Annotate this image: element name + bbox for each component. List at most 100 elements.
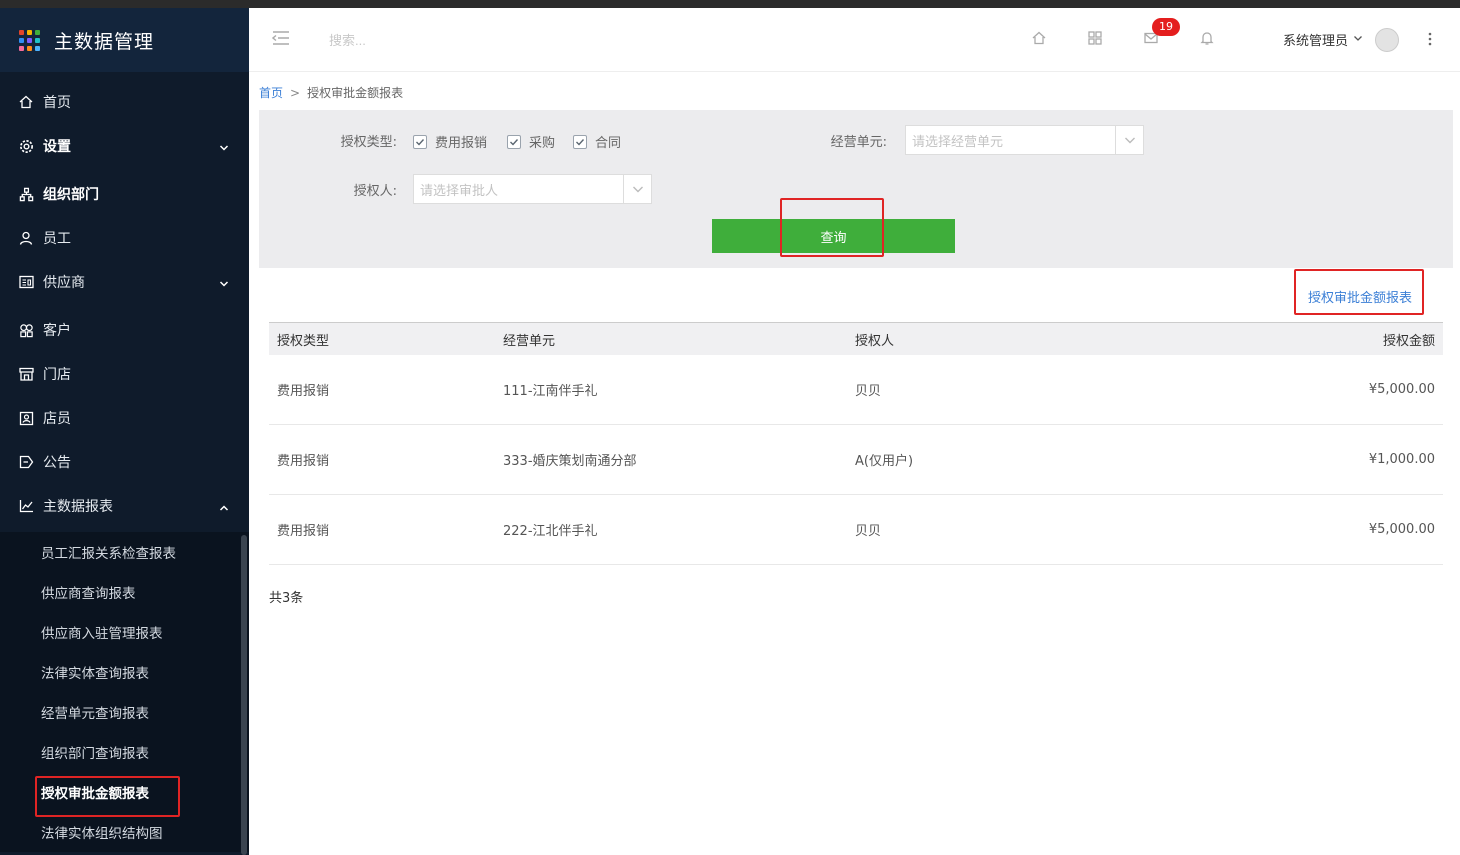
submenu-item-legal-entity-chart[interactable]: 法律实体组织结构图: [0, 812, 249, 852]
chevron-down-icon: [1353, 32, 1363, 47]
chart-icon: [18, 498, 34, 514]
sidebar-item-reports[interactable]: 主数据报表: [0, 484, 249, 528]
cell-auth-type: 费用报销: [277, 454, 330, 469]
checkbox-expense[interactable]: 费用报销: [413, 132, 487, 151]
breadcrumb-home-link[interactable]: 首页: [259, 86, 283, 100]
sidebar-scrollbar[interactable]: [241, 535, 247, 855]
checkbox-label: 费用报销: [435, 136, 488, 151]
submenu-item-supplier-query[interactable]: 供应商查询报表: [0, 572, 249, 612]
column-header-amount[interactable]: 授权金额: [1155, 330, 1443, 349]
cell-auth-type: 费用报销: [277, 524, 330, 539]
cell-amount: ¥5,000.00: [1368, 382, 1435, 397]
sidebar-item-customer[interactable]: 客户: [0, 308, 249, 352]
sidebar-item-label: 首页: [43, 95, 71, 111]
top-header: 19 系统管理员: [249, 8, 1460, 72]
sidebar-item-label: 店员: [43, 411, 71, 427]
cell-business-unit: 222-江北伴手礼: [503, 524, 598, 539]
user-icon: [18, 230, 34, 246]
submenu-item-legal-entity[interactable]: 法律实体查询报表: [0, 652, 249, 692]
sidebar-item-announcement[interactable]: 公告: [0, 440, 249, 484]
chevron-down-icon: [219, 277, 229, 293]
submenu-item-employee-report[interactable]: 员工汇报关系检查报表: [0, 532, 249, 572]
chevron-down-icon: [1115, 126, 1143, 154]
cell-auth-type: 费用报销: [277, 384, 330, 399]
org-icon: [18, 186, 34, 202]
column-header-business-unit[interactable]: 经营单元: [503, 330, 855, 349]
sidebar-item-home[interactable]: 首页: [0, 80, 249, 124]
sidebar-item-label: 门店: [43, 367, 71, 383]
cell-amount: ¥1,000.00: [1368, 452, 1435, 467]
cell-amount: ¥5,000.00: [1368, 522, 1435, 537]
user-name: 系统管理员: [1283, 34, 1349, 49]
sidebar-item-supplier[interactable]: 供应商: [0, 260, 249, 304]
report-table: 授权类型 经营单元 授权人 授权金额 费用报销 111-江南伴手礼 贝贝 ¥5,…: [269, 322, 1443, 565]
auth-type-label: 授权类型:: [340, 135, 397, 150]
table-row: 费用报销 111-江南伴手礼 贝贝 ¥5,000.00: [269, 355, 1443, 425]
approver-select[interactable]: 请选择审批人: [413, 174, 652, 204]
highlight-box-query: [780, 198, 884, 257]
submenu-item-supplier-onboard[interactable]: 供应商入驻管理报表: [0, 612, 249, 652]
sidebar-item-store[interactable]: 门店: [0, 352, 249, 396]
business-unit-select[interactable]: 请选择经营单元: [905, 125, 1144, 155]
cell-approver: 贝贝: [855, 524, 882, 539]
checkbox-checked-icon: [507, 134, 521, 149]
user-menu[interactable]: 系统管理员: [1283, 30, 1363, 49]
sidebar-nav: 首页 设置 组织部门 员工 供应商 客户 门店 店员 公告 主数据报表: [0, 80, 249, 528]
cell-business-unit: 111-江南伴手礼: [503, 384, 598, 399]
sidebar-item-label: 客户: [43, 323, 71, 339]
gear-icon: [18, 138, 34, 154]
breadcrumb: 首页 > 授权审批金额报表: [259, 84, 403, 101]
sidebar-item-clerk[interactable]: 店员: [0, 396, 249, 440]
bell-icon[interactable]: [1199, 30, 1215, 46]
brand-header: 主数据管理: [0, 8, 249, 72]
sidebar-item-label: 公告: [43, 455, 71, 471]
announce-icon: [18, 454, 34, 470]
sidebar: 主数据管理 首页 设置 组织部门 员工 供应商 客户 门店 店员 公告 主数据报…: [0, 8, 249, 855]
approver-placeholder: 请选择审批人: [420, 183, 499, 199]
logo-dot: [27, 45, 32, 51]
logo-dot: [35, 37, 40, 43]
sidebar-item-org[interactable]: 组织部门: [0, 172, 249, 216]
checkbox-label: 采购: [529, 136, 556, 151]
submenu-item-business-unit[interactable]: 经营单元查询报表: [0, 692, 249, 732]
chevron-down-icon: [219, 141, 229, 157]
highlight-box-report-link: [1294, 269, 1424, 315]
sidebar-item-label: 设置: [43, 139, 71, 155]
card-icon: [18, 274, 34, 290]
column-header-auth-type[interactable]: 授权类型: [269, 330, 503, 349]
sidebar-item-settings[interactable]: 设置: [0, 124, 249, 168]
home-icon: [18, 94, 34, 110]
checkbox-label: 合同: [595, 136, 622, 151]
message-count-badge: 19: [1152, 18, 1180, 36]
window-top-strip: [0, 0, 1460, 8]
table-header: 授权类型 经营单元 授权人 授权金额: [269, 323, 1443, 355]
app-logo-icon: [19, 29, 40, 51]
logo-dot: [19, 37, 24, 43]
search-input[interactable]: [329, 28, 549, 52]
logo-dot: [19, 45, 24, 51]
menu-toggle-icon[interactable]: [271, 30, 290, 46]
sidebar-item-label: 员工: [43, 231, 71, 247]
more-vertical-icon[interactable]: [1425, 30, 1435, 48]
apps-grid-icon[interactable]: [1087, 30, 1103, 46]
logo-dot: [35, 45, 40, 51]
customer-icon: [18, 322, 34, 338]
chevron-up-icon: [219, 501, 229, 517]
table-row: 费用报销 222-江北伴手礼 贝贝 ¥5,000.00: [269, 495, 1443, 565]
breadcrumb-separator: >: [290, 86, 301, 100]
checkbox-checked-icon: [573, 134, 587, 149]
sidebar-item-employee[interactable]: 员工: [0, 216, 249, 260]
table-row: 费用报销 333-婚庆策划南通分部 A(仅用户) ¥1,000.00: [269, 425, 1443, 495]
approver-label: 授权人:: [353, 184, 397, 199]
checkbox-contract[interactable]: 合同: [573, 132, 621, 151]
submenu-item-org-dept[interactable]: 组织部门查询报表: [0, 732, 249, 772]
home-icon[interactable]: [1031, 30, 1047, 46]
column-header-approver[interactable]: 授权人: [855, 330, 1155, 349]
business-unit-label: 经营单元:: [830, 135, 887, 150]
avatar[interactable]: [1375, 28, 1399, 52]
logo-dot: [27, 29, 32, 35]
checkbox-purchase[interactable]: 采购: [507, 132, 555, 151]
sidebar-item-label: 供应商: [43, 275, 85, 291]
breadcrumb-current: 授权审批金额报表: [307, 86, 404, 100]
cell-approver: 贝贝: [855, 384, 882, 399]
